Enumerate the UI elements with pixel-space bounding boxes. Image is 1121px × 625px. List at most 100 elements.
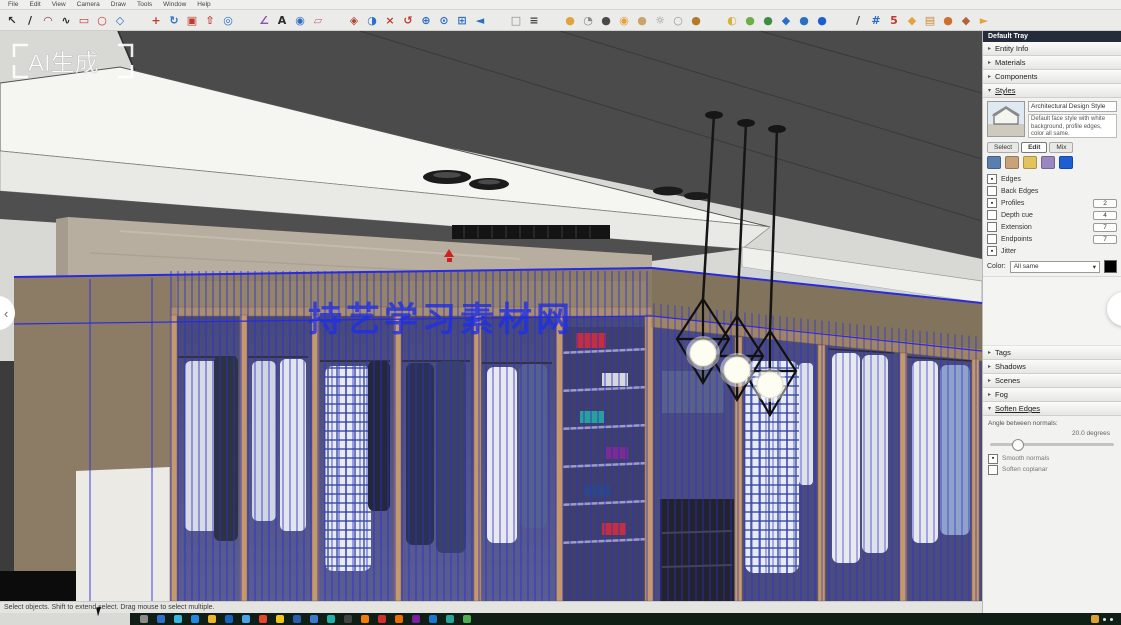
toolbar-icon[interactable]: ●: [687, 12, 705, 28]
toolbar-icon[interactable]: /: [849, 12, 867, 28]
tray-section-header[interactable]: ▸ Materials: [983, 56, 1121, 70]
toolbar-icon[interactable]: ○: [93, 12, 111, 28]
toolbar-icon[interactable]: ▣: [183, 12, 201, 28]
toolbar-icon[interactable]: [237, 12, 255, 28]
toolbar-icon[interactable]: /: [21, 12, 39, 28]
style-edit-icon[interactable]: [1023, 156, 1037, 169]
menu-item[interactable]: Draw: [111, 1, 126, 8]
styles-tab[interactable]: Edit: [1021, 142, 1047, 153]
checkbox[interactable]: ▪: [987, 198, 997, 208]
toolbar-icon[interactable]: ∠: [255, 12, 273, 28]
toolbar-icon[interactable]: [489, 12, 507, 28]
toolbar-icon[interactable]: ▤: [921, 12, 939, 28]
menu-item[interactable]: Help: [197, 1, 210, 8]
slider-thumb[interactable]: [1012, 439, 1024, 451]
edge-setting-value-field[interactable]: 7: [1093, 235, 1117, 244]
style-edit-icon[interactable]: [987, 156, 1001, 169]
toolbar-icon[interactable]: ↻: [165, 12, 183, 28]
toolbar-icon[interactable]: ●: [939, 12, 957, 28]
styles-tab[interactable]: Mix: [1049, 142, 1073, 153]
style-name-field[interactable]: Architectural Design Style: [1028, 101, 1117, 112]
toolbar-icon[interactable]: ◇: [111, 12, 129, 28]
checkbox[interactable]: ▪: [987, 246, 997, 256]
toolbar-icon[interactable]: ●: [741, 12, 759, 28]
edge-setting-value-field[interactable]: 2: [1093, 199, 1117, 208]
menu-item[interactable]: Tools: [137, 1, 152, 8]
toolbar-icon[interactable]: [129, 12, 147, 28]
toolbar-icon[interactable]: ●: [795, 12, 813, 28]
toolbar-icon[interactable]: ◉: [615, 12, 633, 28]
toolbar-icon[interactable]: ∿: [57, 12, 75, 28]
menu-item[interactable]: Edit: [29, 1, 40, 8]
style-edit-icon[interactable]: [1059, 156, 1073, 169]
menu-item[interactable]: View: [52, 1, 66, 8]
style-thumbnail[interactable]: [987, 101, 1025, 137]
toolbar-icon[interactable]: ⊕: [417, 12, 435, 28]
toolbar-icon[interactable]: #: [867, 12, 885, 28]
toolbar-icon[interactable]: ◆: [777, 12, 795, 28]
checkbox[interactable]: ▪: [988, 454, 998, 464]
tray-section-styles[interactable]: ▾ Styles: [983, 84, 1121, 98]
tray-title[interactable]: Default Tray: [983, 31, 1121, 42]
edge-setting-value-field[interactable]: 7: [1093, 223, 1117, 232]
toolbar-icon[interactable]: ▭: [75, 12, 93, 28]
tray-section-header[interactable]: ▸ Entity Info: [983, 42, 1121, 56]
toolbar-icon[interactable]: ●: [813, 12, 831, 28]
toolbar-icon[interactable]: ◉: [291, 12, 309, 28]
toolbar-icon[interactable]: ⇧: [201, 12, 219, 28]
toolbar-icon[interactable]: ○: [669, 12, 687, 28]
checkbox[interactable]: [987, 222, 997, 232]
toolbar-icon[interactable]: □: [507, 12, 525, 28]
toolbar-icon[interactable]: [327, 12, 345, 28]
toolbar-icon[interactable]: ◐: [723, 12, 741, 28]
toolbar-icon[interactable]: [831, 12, 849, 28]
toolbar-icon[interactable]: ►: [975, 12, 993, 28]
toolbar-icon[interactable]: ◔: [579, 12, 597, 28]
checkbox[interactable]: ▪: [987, 174, 997, 184]
toolbar-icon[interactable]: ⊞: [453, 12, 471, 28]
toolbar-icon[interactable]: [705, 12, 723, 28]
toolbar-icon[interactable]: ☼: [651, 12, 669, 28]
toolbar-icon[interactable]: ◑: [363, 12, 381, 28]
toolbar-icon[interactable]: 5: [885, 12, 903, 28]
toolbar-icon[interactable]: ≡: [525, 12, 543, 28]
toolbar-icon[interactable]: ↖: [3, 12, 21, 28]
tray-section-soften-edges[interactable]: ▾ Soften Edges: [983, 402, 1121, 416]
toolbar-icon[interactable]: ●: [597, 12, 615, 28]
toolbar-icon[interactable]: ●: [561, 12, 579, 28]
toolbar-icon[interactable]: ◈: [345, 12, 363, 28]
toolbar-icon[interactable]: ×: [381, 12, 399, 28]
menu-item[interactable]: Camera: [77, 1, 100, 8]
toolbar-icon[interactable]: +: [147, 12, 165, 28]
toolbar-icon[interactable]: A: [273, 12, 291, 28]
style-description-field[interactable]: Default face style with white background…: [1028, 114, 1117, 138]
tray-section-header[interactable]: ▸ Components: [983, 70, 1121, 84]
tray-section-header[interactable]: ▸ Tags: [983, 346, 1121, 360]
menu-item[interactable]: Window: [163, 1, 186, 8]
toolbar-icon[interactable]: ⊙: [435, 12, 453, 28]
style-edit-icon[interactable]: [1005, 156, 1019, 169]
toolbar-icon[interactable]: ◎: [219, 12, 237, 28]
checkbox[interactable]: [987, 210, 997, 220]
3d-viewport[interactable]: 持艺学习素材网 AI生成 ‹: [0, 31, 982, 601]
tray-section-header[interactable]: ▸ Fog: [983, 388, 1121, 402]
toolbar-icon[interactable]: ◄: [471, 12, 489, 28]
style-edit-icon[interactable]: [1041, 156, 1055, 169]
styles-tab[interactable]: Select: [987, 142, 1019, 153]
toolbar-icon[interactable]: ◠: [39, 12, 57, 28]
edge-color-dropdown[interactable]: All same ▾: [1010, 261, 1100, 273]
toolbar-icon[interactable]: ●: [633, 12, 651, 28]
toolbar-icon[interactable]: [543, 12, 561, 28]
toolbar-icon[interactable]: ↺: [399, 12, 417, 28]
tray-section-header[interactable]: ▸ Scenes: [983, 374, 1121, 388]
toolbar-icon[interactable]: ●: [759, 12, 777, 28]
tray-section-header[interactable]: ▸ Shadows: [983, 360, 1121, 374]
checkbox[interactable]: [987, 186, 997, 196]
toolbar-icon[interactable]: ◆: [903, 12, 921, 28]
angle-slider[interactable]: [990, 443, 1114, 446]
edge-setting-value-field[interactable]: 4: [1093, 211, 1117, 220]
toolbar-icon[interactable]: ▱: [309, 12, 327, 28]
checkbox[interactable]: [987, 234, 997, 244]
menu-item[interactable]: File: [8, 1, 18, 8]
edge-color-swatch[interactable]: [1104, 260, 1117, 273]
